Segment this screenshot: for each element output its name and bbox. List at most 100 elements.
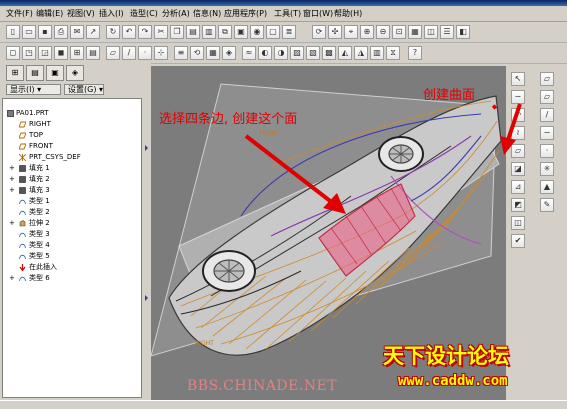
style-surface-icon[interactable]: ◪ [511, 162, 525, 176]
sketch-icon[interactable]: ✎ [540, 198, 554, 212]
curve-icon[interactable]: ∼ [540, 126, 554, 140]
secondary-toolbar: ◻ ◳ ◲ ◼ ⊞ ▤ ▱ / · ⊹ ≡ ⟲ ▦ ◈ ≈ ◐ ◑ ▨ ▧ ▩ … [0, 43, 567, 64]
model-display-icon[interactable]: ▦ [206, 46, 220, 60]
dihedral-icon[interactable]: ◭ [338, 46, 352, 60]
trim-surface-icon[interactable]: ◩ [511, 198, 525, 212]
menu-applications[interactable]: 应用程序(P) [224, 8, 267, 19]
csys-icon[interactable]: ✳ [540, 162, 554, 176]
spin-display-icon[interactable]: ⟲ [190, 46, 204, 60]
curvature-icon[interactable]: ≈ [242, 46, 256, 60]
shading-icon[interactable]: ◼ [54, 46, 68, 60]
style-feature-icon [19, 199, 26, 205]
menu-help[interactable]: 帮助(H) [334, 8, 362, 19]
reflection-icon[interactable]: ◐ [258, 46, 272, 60]
datum-plane-display-icon[interactable]: ▱ [106, 46, 120, 60]
analysis-icon[interactable]: ▲ [540, 180, 554, 194]
extrude-icon [19, 220, 26, 227]
watermark-site-url: www.caddw.com [398, 373, 508, 389]
settings-dropdown[interactable]: 设置(G) ▾ [64, 84, 104, 95]
section-icon[interactable]: ▨ [290, 46, 304, 60]
offset-icon[interactable]: ▧ [306, 46, 320, 60]
repaint-view-icon[interactable]: ⟳ [312, 25, 326, 39]
show-dropdown[interactable]: 显示(I) ▾ [6, 84, 61, 95]
favorites-tab[interactable]: ▣ [46, 65, 64, 81]
connection-icon[interactable]: ⧖ [386, 46, 400, 60]
shaded-curvature-icon[interactable]: ▥ [370, 46, 384, 60]
open-file-icon[interactable]: ▭ [22, 25, 36, 39]
expand-toggle[interactable]: + [9, 174, 15, 185]
point-icon[interactable]: · [540, 144, 554, 158]
send-icon[interactable]: ↗ [86, 25, 100, 39]
watermark-bbs: BBS.CHINADE.NET [187, 378, 338, 394]
print-icon[interactable]: ⎙ [54, 25, 68, 39]
annotation-display-icon[interactable]: ≡ [174, 46, 188, 60]
spin-center-icon[interactable]: ✣ [328, 25, 342, 39]
connect-surface-icon[interactable]: ⊿ [511, 180, 525, 194]
slope-icon[interactable]: ◑ [274, 46, 288, 60]
expand-toggle[interactable]: + [9, 185, 15, 196]
paste-icon[interactable]: ▤ [186, 25, 200, 39]
layer-icon[interactable]: ≣ [282, 25, 296, 39]
view-manager-icon[interactable]: ▦ [408, 25, 422, 39]
menu-analysis[interactable]: 分析(A) [162, 8, 190, 19]
fit-icon[interactable]: ⊡ [392, 25, 406, 39]
copy-icon[interactable]: ❐ [170, 25, 184, 39]
orient-icon[interactable]: ⌖ [344, 25, 358, 39]
save-icon[interactable]: ▪ [38, 25, 52, 39]
expand-toggle[interactable]: + [9, 163, 15, 174]
view-list-icon[interactable]: ☰ [440, 25, 454, 39]
redo-icon[interactable]: ↷ [138, 25, 152, 39]
find-icon[interactable]: ◉ [250, 25, 264, 39]
model-tree-tab[interactable]: ⊞ [6, 65, 24, 81]
model-tree-header: 显示(I) ▾ 设置(G) ▾ [0, 83, 150, 97]
plane-icon[interactable]: ▱ [540, 72, 554, 86]
menu-view[interactable]: 视图(V) [67, 8, 95, 19]
sash-arrows-icon [145, 145, 148, 301]
menu-insert[interactable]: 插入(I) [99, 8, 124, 19]
zoom-out-icon[interactable]: ⊖ [376, 25, 390, 39]
mirror-icon[interactable]: ⧉ [218, 25, 232, 39]
regenerate-icon[interactable]: ↻ [106, 25, 120, 39]
deviation-icon[interactable]: ▩ [322, 46, 336, 60]
wireframe-icon[interactable]: ◻ [6, 46, 20, 60]
menu-window[interactable]: 窗口(W) [303, 8, 333, 19]
model-tree-toggle-icon[interactable]: ⊞ [70, 46, 84, 60]
new-file-icon[interactable]: ▯ [6, 25, 20, 39]
fill-surface-icon [19, 165, 26, 172]
draft-icon[interactable]: ◮ [354, 46, 368, 60]
plane-2-icon[interactable]: ▱ [540, 90, 554, 104]
layer-tree-icon[interactable]: ▤ [86, 46, 100, 60]
folder-browser-tab[interactable]: ▤ [26, 65, 44, 81]
email-icon[interactable]: ✉ [70, 25, 84, 39]
repaint-icon[interactable]: ▣ [234, 25, 248, 39]
menu-style[interactable]: 造型(C) [130, 8, 158, 19]
paste-special-icon[interactable]: ▥ [202, 25, 216, 39]
menu-edit[interactable]: 编辑(E) [36, 8, 63, 19]
analysis-display-icon[interactable]: ◈ [222, 46, 236, 60]
menu-bar: 文件(F) 编辑(E) 视图(V) 插入(I) 造型(C) 分析(A) 信息(N… [0, 6, 567, 22]
menu-file[interactable]: 文件(F) [6, 8, 33, 19]
menu-info[interactable]: 信息(N) [193, 8, 221, 19]
expand-toggle[interactable]: + [9, 218, 15, 229]
undo-icon[interactable]: ↶ [122, 25, 136, 39]
datum-axis-display-icon[interactable]: / [122, 46, 136, 60]
datum-point-display-icon[interactable]: · [138, 46, 152, 60]
surface-edit-icon[interactable]: ◫ [511, 216, 525, 230]
axis-icon[interactable]: / [540, 108, 554, 122]
select-box-icon[interactable]: ▢ [266, 25, 280, 39]
cut-icon[interactable]: ✂ [154, 25, 168, 39]
select-arrow-icon[interactable]: ↖ [511, 72, 525, 86]
done-check-icon[interactable]: ✔ [511, 234, 525, 248]
whats-this-help-icon[interactable]: ? [408, 46, 422, 60]
zoom-in-icon[interactable]: ⊕ [360, 25, 374, 39]
no-hidden-icon[interactable]: ◲ [38, 46, 52, 60]
insert-here-arrow-icon [19, 264, 26, 271]
saved-views-icon[interactable]: ◫ [424, 25, 438, 39]
expand-toggle[interactable]: + [9, 273, 15, 284]
hidden-line-icon[interactable]: ◳ [22, 46, 36, 60]
display-style-icon[interactable]: ◧ [456, 25, 470, 39]
connections-tab[interactable]: ◈ [66, 65, 84, 81]
csys-display-icon[interactable]: ⊹ [154, 46, 168, 60]
panel-sash[interactable] [143, 63, 151, 403]
menu-tools[interactable]: 工具(T) [274, 8, 301, 19]
